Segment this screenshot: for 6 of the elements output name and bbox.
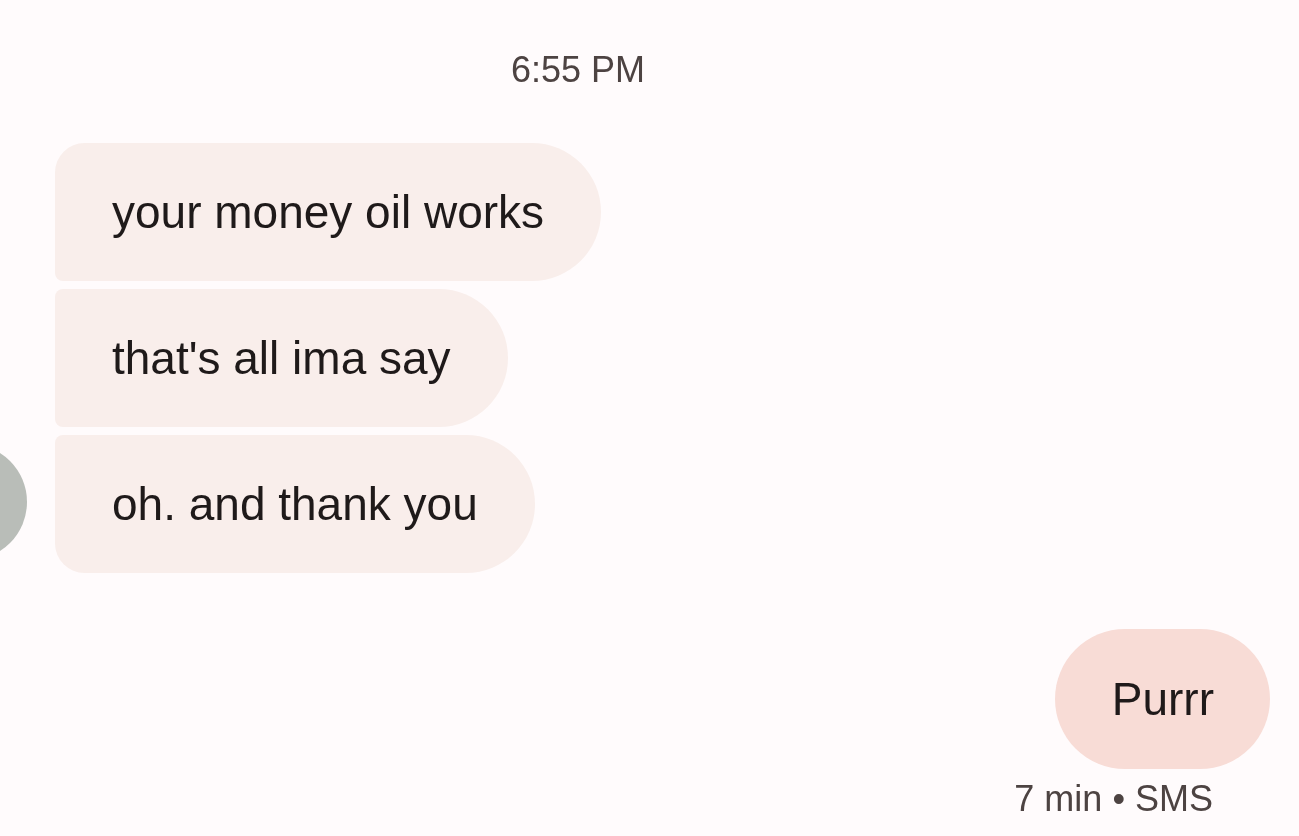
timestamp: 6:55 PM xyxy=(510,52,646,88)
message-status: 7 min • SMS xyxy=(1014,781,1213,817)
sent-message: Purrr xyxy=(1054,629,1270,769)
received-message: your money oil works xyxy=(55,143,602,281)
received-message: that's all ima say xyxy=(55,289,508,427)
received-message: oh. and thank you xyxy=(55,435,535,573)
